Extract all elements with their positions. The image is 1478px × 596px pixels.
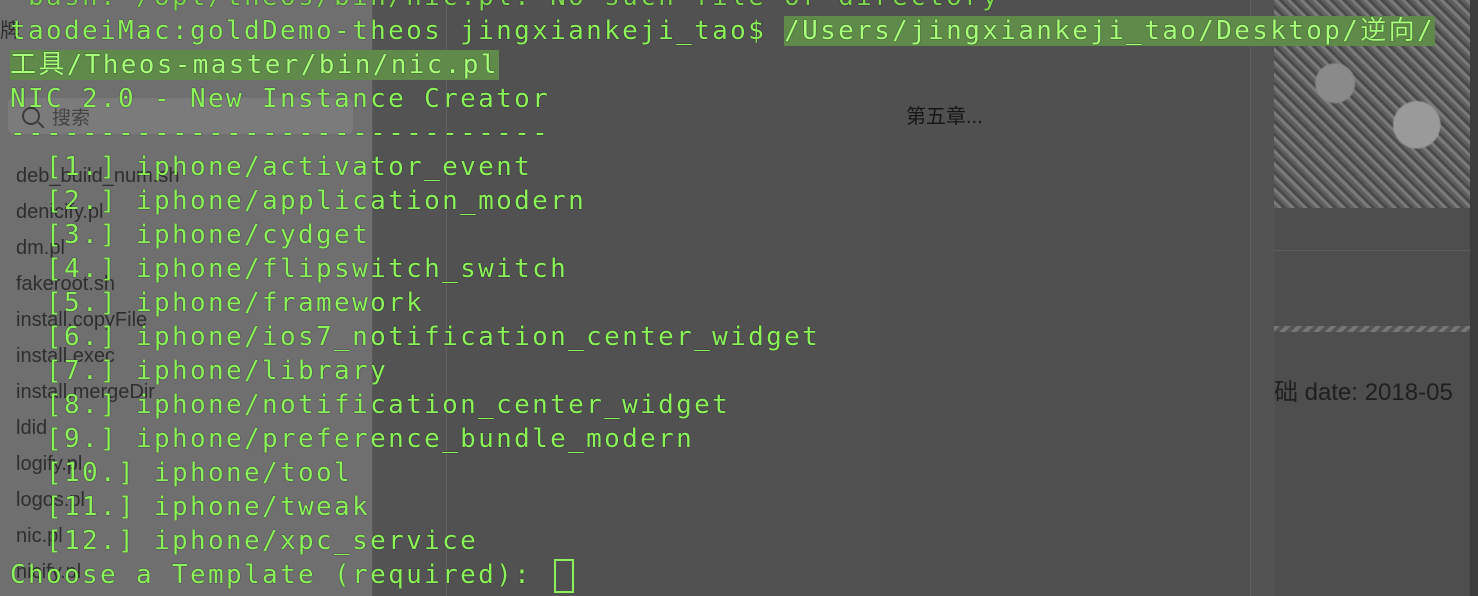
command-line-1: taodeiMac:goldDemo-theos jingxiankeji_ta… (10, 14, 1435, 48)
error-line: bash: /opt/theos/bin/nic.pl: No such fil… (10, 0, 1000, 14)
template-option: [10.] iphone/tool (10, 458, 353, 488)
template-option: [12.] iphone/xpc_service (10, 526, 479, 556)
terminal-output[interactable]: bash: /opt/theos/bin/nic.pl: No such fil… (0, 0, 1460, 596)
banner-separator: ------------------------------ (10, 118, 551, 148)
nic-banner: NIC 2.0 - New Instance Creator (10, 84, 551, 114)
choose-template-label: Choose a Template (required): (10, 560, 551, 590)
template-option: [7.] iphone/library (10, 356, 389, 386)
template-option: [9.] iphone/preference_bundle_modern (10, 424, 695, 454)
template-option: [8.] iphone/notification_center_widget (10, 390, 731, 420)
command-line-2: 工具/Theos-master/bin/nic.pl (10, 48, 499, 82)
selected-command-path: /Users/jingxiankeji_tao/Desktop/逆向/ (784, 16, 1435, 46)
template-option: [3.] iphone/cydget (10, 220, 371, 250)
template-option: [11.] iphone/tweak (10, 492, 371, 522)
template-choice-prompt[interactable]: Choose a Template (required): (10, 558, 575, 593)
template-option: [1.] iphone/activator_event (10, 152, 533, 182)
template-option: [6.] iphone/ios7_notification_center_wid… (10, 322, 821, 352)
template-option: [4.] iphone/flipswitch_switch (10, 254, 569, 284)
shell-prompt: taodeiMac:goldDemo-theos jingxiankeji_ta… (10, 16, 785, 46)
template-option: [5.] iphone/framework (10, 288, 425, 318)
text-cursor[interactable] (554, 558, 575, 593)
selected-command-path-cont: 工具/Theos-master/bin/nic.pl (10, 50, 499, 80)
scrollbar-track[interactable] (1470, 0, 1478, 596)
template-option: [2.] iphone/application_modern (10, 186, 587, 216)
